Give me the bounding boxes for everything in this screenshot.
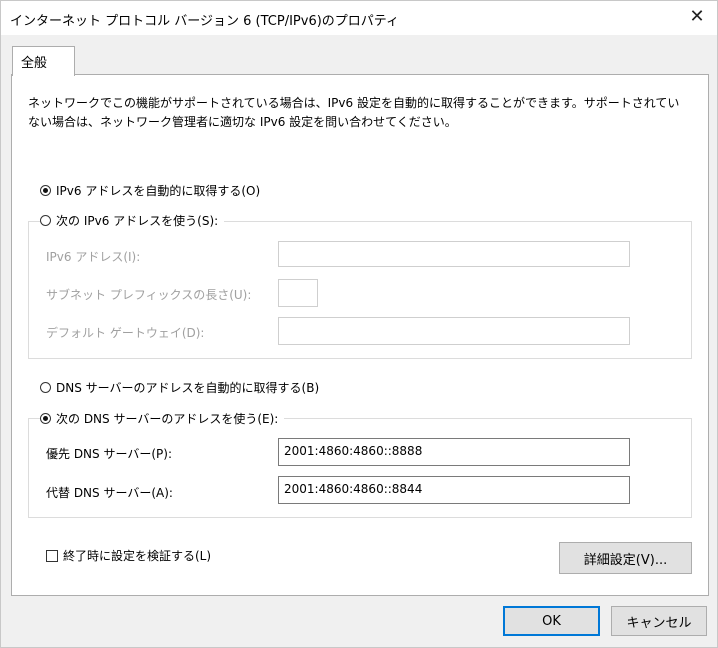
alternate-dns-value: 2001:4860:4860::8844 [284,482,423,496]
ipv6-properties-dialog: インターネット プロトコル バージョン 6 (TCP/IPv6)のプロパティ ✕… [0,0,718,648]
validate-on-exit-checkbox[interactable]: 終了時に設定を検証する(L) [46,547,211,564]
dns-auto-label: DNS サーバーのアドレスを自動的に取得する(B) [56,381,320,395]
tab-general[interactable]: 全般 [12,46,75,76]
ipv6-address-label: IPv6 アドレス(I): [46,250,141,264]
window-title: インターネット プロトコル バージョン 6 (TCP/IPv6)のプロパティ [10,14,400,29]
preferred-dns-label: 優先 DNS サーバー(P): [46,447,172,461]
ipv6-manual-label: 次の IPv6 アドレスを使う(S): [56,214,219,228]
validate-on-exit-label: 終了時に設定を検証する(L) [63,549,212,563]
alternate-dns-label: 代替 DNS サーバー(A): [46,486,173,500]
radio-unselected-icon [40,382,51,393]
radio-unselected-icon [40,215,51,226]
title-bar: インターネット プロトコル バージョン 6 (TCP/IPv6)のプロパティ ✕ [1,1,717,35]
preferred-dns-input[interactable]: 2001:4860:4860::8888 [278,438,630,466]
checkbox-unchecked-icon [46,549,58,562]
close-icon[interactable]: ✕ [689,8,705,26]
description-text: ネットワークでこの機能がサポートされている場合は、IPv6 設定を自動的に取得す… [28,96,680,129]
general-panel: ネットワークでこの機能がサポートされている場合は、IPv6 設定を自動的に取得す… [11,74,709,596]
advanced-button[interactable]: 詳細設定(V)... [559,542,692,574]
subnet-prefix-input[interactable] [278,279,318,307]
radio-selected-icon [40,185,51,196]
dns-manual-label: 次の DNS サーバーのアドレスを使う(E): [56,412,279,426]
ipv6-address-input[interactable] [278,241,630,267]
ipv6-manual-radio[interactable]: 次の IPv6 アドレスを使う(S): [40,212,225,229]
dns-auto-radio[interactable]: DNS サーバーのアドレスを自動的に取得する(B) [40,379,326,396]
cancel-button[interactable]: キャンセル [611,606,707,636]
dns-manual-radio[interactable]: 次の DNS サーバーのアドレスを使う(E): [40,410,285,427]
preferred-dns-value: 2001:4860:4860::8888 [284,444,423,458]
tab-general-label: 全般 [21,56,48,71]
ipv6-auto-radio[interactable]: IPv6 アドレスを自動的に取得する(O) [40,182,267,199]
alternate-dns-input[interactable]: 2001:4860:4860::8844 [278,476,630,504]
default-gateway-label: デフォルト ゲートウェイ(D): [46,326,205,340]
radio-selected-icon [40,413,51,424]
default-gateway-input[interactable] [278,317,630,345]
subnet-prefix-label: サブネット プレフィックスの長さ(U): [46,288,252,302]
ipv6-auto-label: IPv6 アドレスを自動的に取得する(O) [56,184,261,198]
ok-button[interactable]: OK [503,606,600,636]
